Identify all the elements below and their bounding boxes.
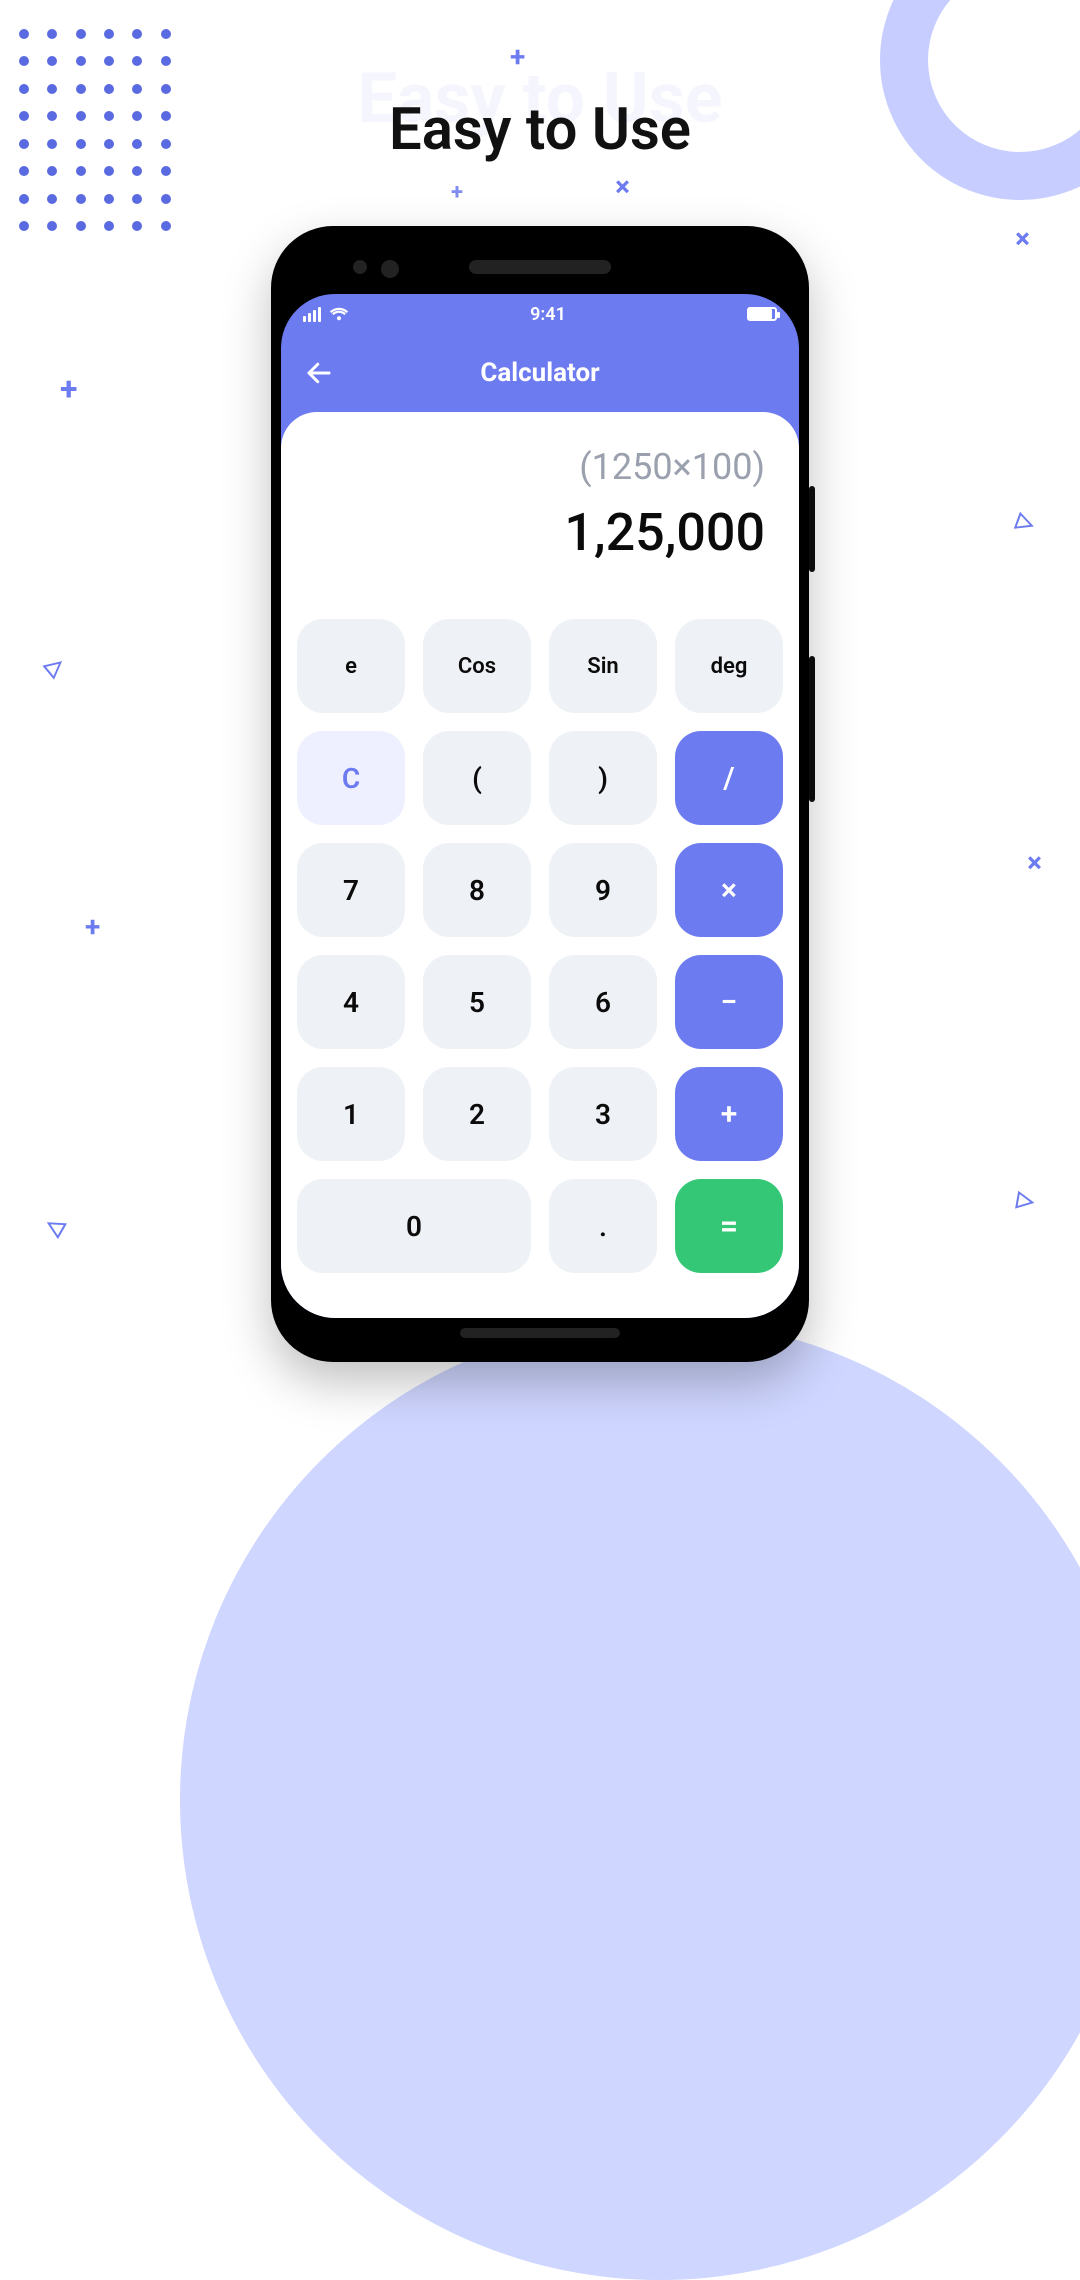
key-deg[interactable]: deg: [675, 619, 783, 713]
plus-icon: +: [85, 910, 100, 943]
key-add[interactable]: +: [675, 1067, 783, 1161]
phone-sensor: [353, 260, 367, 274]
key-1[interactable]: 1: [297, 1067, 405, 1161]
home-indicator: [460, 1328, 620, 1338]
key-8[interactable]: 8: [423, 843, 531, 937]
key-dot[interactable]: .: [549, 1179, 657, 1273]
triangle-icon: ▷: [1013, 508, 1037, 537]
key-multiply[interactable]: ×: [675, 843, 783, 937]
app-bar: Calculator: [281, 334, 799, 412]
key-7[interactable]: 7: [297, 843, 405, 937]
key-9[interactable]: 9: [549, 843, 657, 937]
phone-camera: [381, 260, 399, 278]
key-2[interactable]: 2: [423, 1067, 531, 1161]
key-subtract[interactable]: −: [675, 955, 783, 1049]
plus-icon: +: [60, 370, 77, 408]
phone-frame: 9:41 Calculator (1250×100) 1,25,000: [271, 226, 809, 1362]
phone-screen: 9:41 Calculator (1250×100) 1,25,000: [281, 294, 799, 1318]
keypad: e Cos Sin deg C ( ) / 7 8 9 × 4 5 6 −: [297, 619, 783, 1273]
key-4[interactable]: 4: [297, 955, 405, 1049]
display-result: 1,25,000: [315, 502, 765, 563]
key-divide[interactable]: /: [675, 731, 783, 825]
key-clear[interactable]: C: [297, 731, 405, 825]
display-expression: (1250×100): [315, 446, 765, 488]
calculator-panel: (1250×100) 1,25,000 e Cos Sin deg C ( ) …: [281, 412, 799, 1318]
phone-side-button: [809, 486, 815, 572]
app-title: Calculator: [299, 358, 781, 388]
promo-heading: Easy to Use: [0, 96, 1080, 164]
phone-speaker: [469, 260, 611, 274]
key-e[interactable]: e: [297, 619, 405, 713]
decorative-circle: [180, 1320, 1080, 2280]
key-cos[interactable]: Cos: [423, 619, 531, 713]
phone-side-button: [809, 656, 815, 802]
key-0[interactable]: 0: [297, 1179, 531, 1273]
x-icon: ×: [615, 170, 630, 203]
key-6[interactable]: 6: [549, 955, 657, 1049]
key-equals[interactable]: =: [675, 1179, 783, 1273]
key-5[interactable]: 5: [423, 955, 531, 1049]
key-lparen[interactable]: (: [423, 731, 531, 825]
plus-icon: +: [451, 180, 463, 205]
status-bar: 9:41: [281, 294, 799, 334]
key-rparen[interactable]: ): [549, 731, 657, 825]
battery-icon: [747, 307, 777, 321]
x-icon: ×: [1015, 222, 1030, 255]
triangle-icon: ▷: [41, 1212, 68, 1242]
key-sin[interactable]: Sin: [549, 619, 657, 713]
triangle-icon: ▷: [1015, 1187, 1036, 1215]
signal-icon: [303, 307, 321, 322]
status-time: 9:41: [530, 304, 566, 325]
wifi-icon: [329, 307, 349, 321]
x-icon: ×: [1027, 846, 1042, 879]
key-3[interactable]: 3: [549, 1067, 657, 1161]
triangle-icon: ▷: [40, 651, 69, 681]
display: (1250×100) 1,25,000: [297, 440, 783, 573]
